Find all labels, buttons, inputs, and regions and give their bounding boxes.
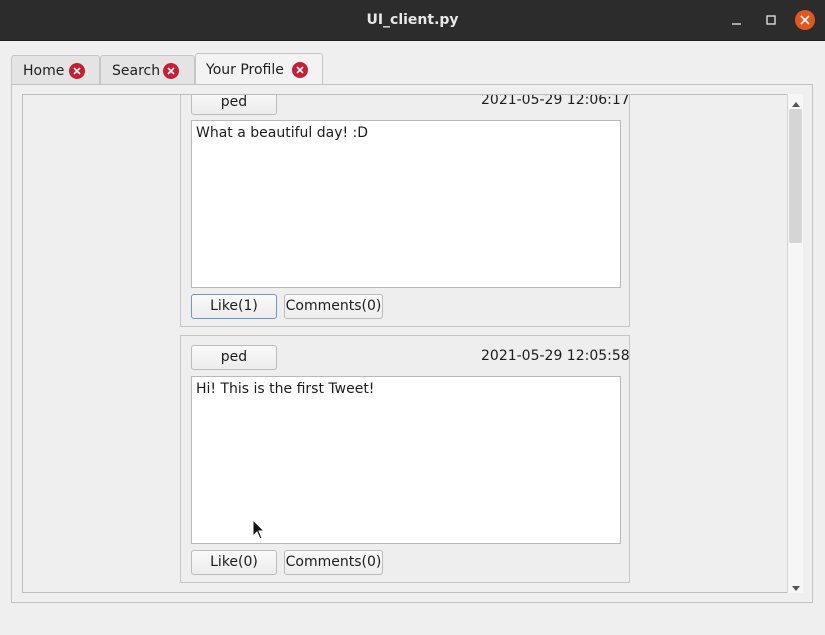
tab-your-profile-label: Your Profile <box>206 62 284 78</box>
tweet-text: What a beautiful day! :D <box>196 125 369 141</box>
tab-home-close-button[interactable] <box>69 63 85 79</box>
tweet-author-button[interactable]: ped <box>191 95 277 115</box>
tweet-scroll-area[interactable]: ped 2021-05-29 12:06:17 What a beautiful… <box>22 94 803 593</box>
tab-close-icon <box>73 67 81 75</box>
chevron-down-icon <box>792 586 800 591</box>
tweet-timestamp: 2021-05-29 12:05:58 <box>481 348 630 364</box>
vertical-scrollbar[interactable] <box>787 94 803 593</box>
close-window-button[interactable] <box>795 10 815 30</box>
tweet-text: Hi! This is the first Tweet! <box>196 381 375 397</box>
tweet-text-box[interactable]: What a beautiful day! :D <box>191 120 621 288</box>
tab-search[interactable]: Search <box>100 55 195 85</box>
tab-your-profile[interactable]: Your Profile <box>195 53 323 85</box>
tweet-author-button[interactable]: ped <box>191 345 277 370</box>
minimize-icon <box>732 23 741 25</box>
scroll-up-button[interactable] <box>790 96 802 108</box>
tab-close-icon <box>296 66 304 74</box>
title-bar[interactable]: UI_client.py <box>0 0 825 41</box>
tab-search-label: Search <box>112 63 161 79</box>
tweet-card: ped 2021-05-29 12:06:17 What a beautiful… <box>180 94 630 327</box>
comments-button[interactable]: Comments(0) <box>284 550 383 575</box>
comments-button[interactable]: Comments(0) <box>284 294 383 319</box>
tab-close-icon <box>167 67 175 75</box>
maximize-button[interactable] <box>761 10 781 30</box>
scrollbar-thumb[interactable] <box>789 109 802 243</box>
tab-your-profile-close-button[interactable] <box>292 62 308 78</box>
tab-home-label: Home <box>23 63 65 79</box>
tab-bar: Home Search Your Profile <box>0 40 825 85</box>
app-window: UI_client.py Home Search Your Profile pe… <box>0 0 825 635</box>
tab-search-close-button[interactable] <box>163 63 179 79</box>
like-button[interactable]: Like(0) <box>191 550 277 575</box>
tweet-card: ped 2021-05-29 12:05:58 Hi! This is the … <box>180 335 630 583</box>
window-title: UI_client.py <box>366 12 459 28</box>
tweet-timestamp: 2021-05-29 12:06:17 <box>481 94 630 108</box>
maximize-icon <box>766 15 776 25</box>
mouse-pointer-icon <box>252 518 266 541</box>
scroll-down-button[interactable] <box>790 579 802 591</box>
like-button[interactable]: Like(1) <box>191 294 277 319</box>
minimize-button[interactable] <box>727 10 747 30</box>
tab-home[interactable]: Home <box>11 55 100 85</box>
close-icon <box>800 15 810 25</box>
